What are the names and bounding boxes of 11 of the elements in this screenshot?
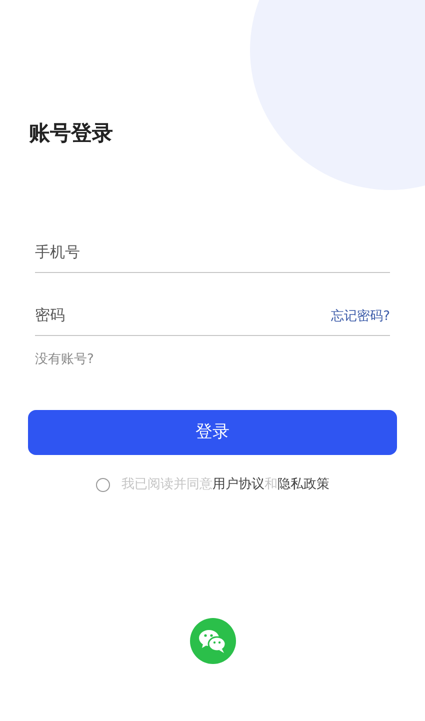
- agreement-text: 我已阅读并同意用户协议和隐私政策: [122, 476, 330, 494]
- forgot-password-link[interactable]: 忘记密码?: [331, 307, 390, 327]
- page-title: 账号登录: [29, 120, 113, 147]
- agreement-link[interactable]: 用户协议: [212, 477, 264, 492]
- password-field[interactable]: 密码: [35, 304, 332, 326]
- agreement-link[interactable]: 隐私政策: [278, 477, 330, 492]
- register-link[interactable]: 没有账号?: [35, 350, 94, 369]
- agreement-checkbox[interactable]: [96, 478, 110, 492]
- login-button[interactable]: 登录: [28, 410, 397, 455]
- wechat-icon[interactable]: [190, 618, 236, 664]
- phone-field[interactable]: 手机号: [35, 240, 390, 264]
